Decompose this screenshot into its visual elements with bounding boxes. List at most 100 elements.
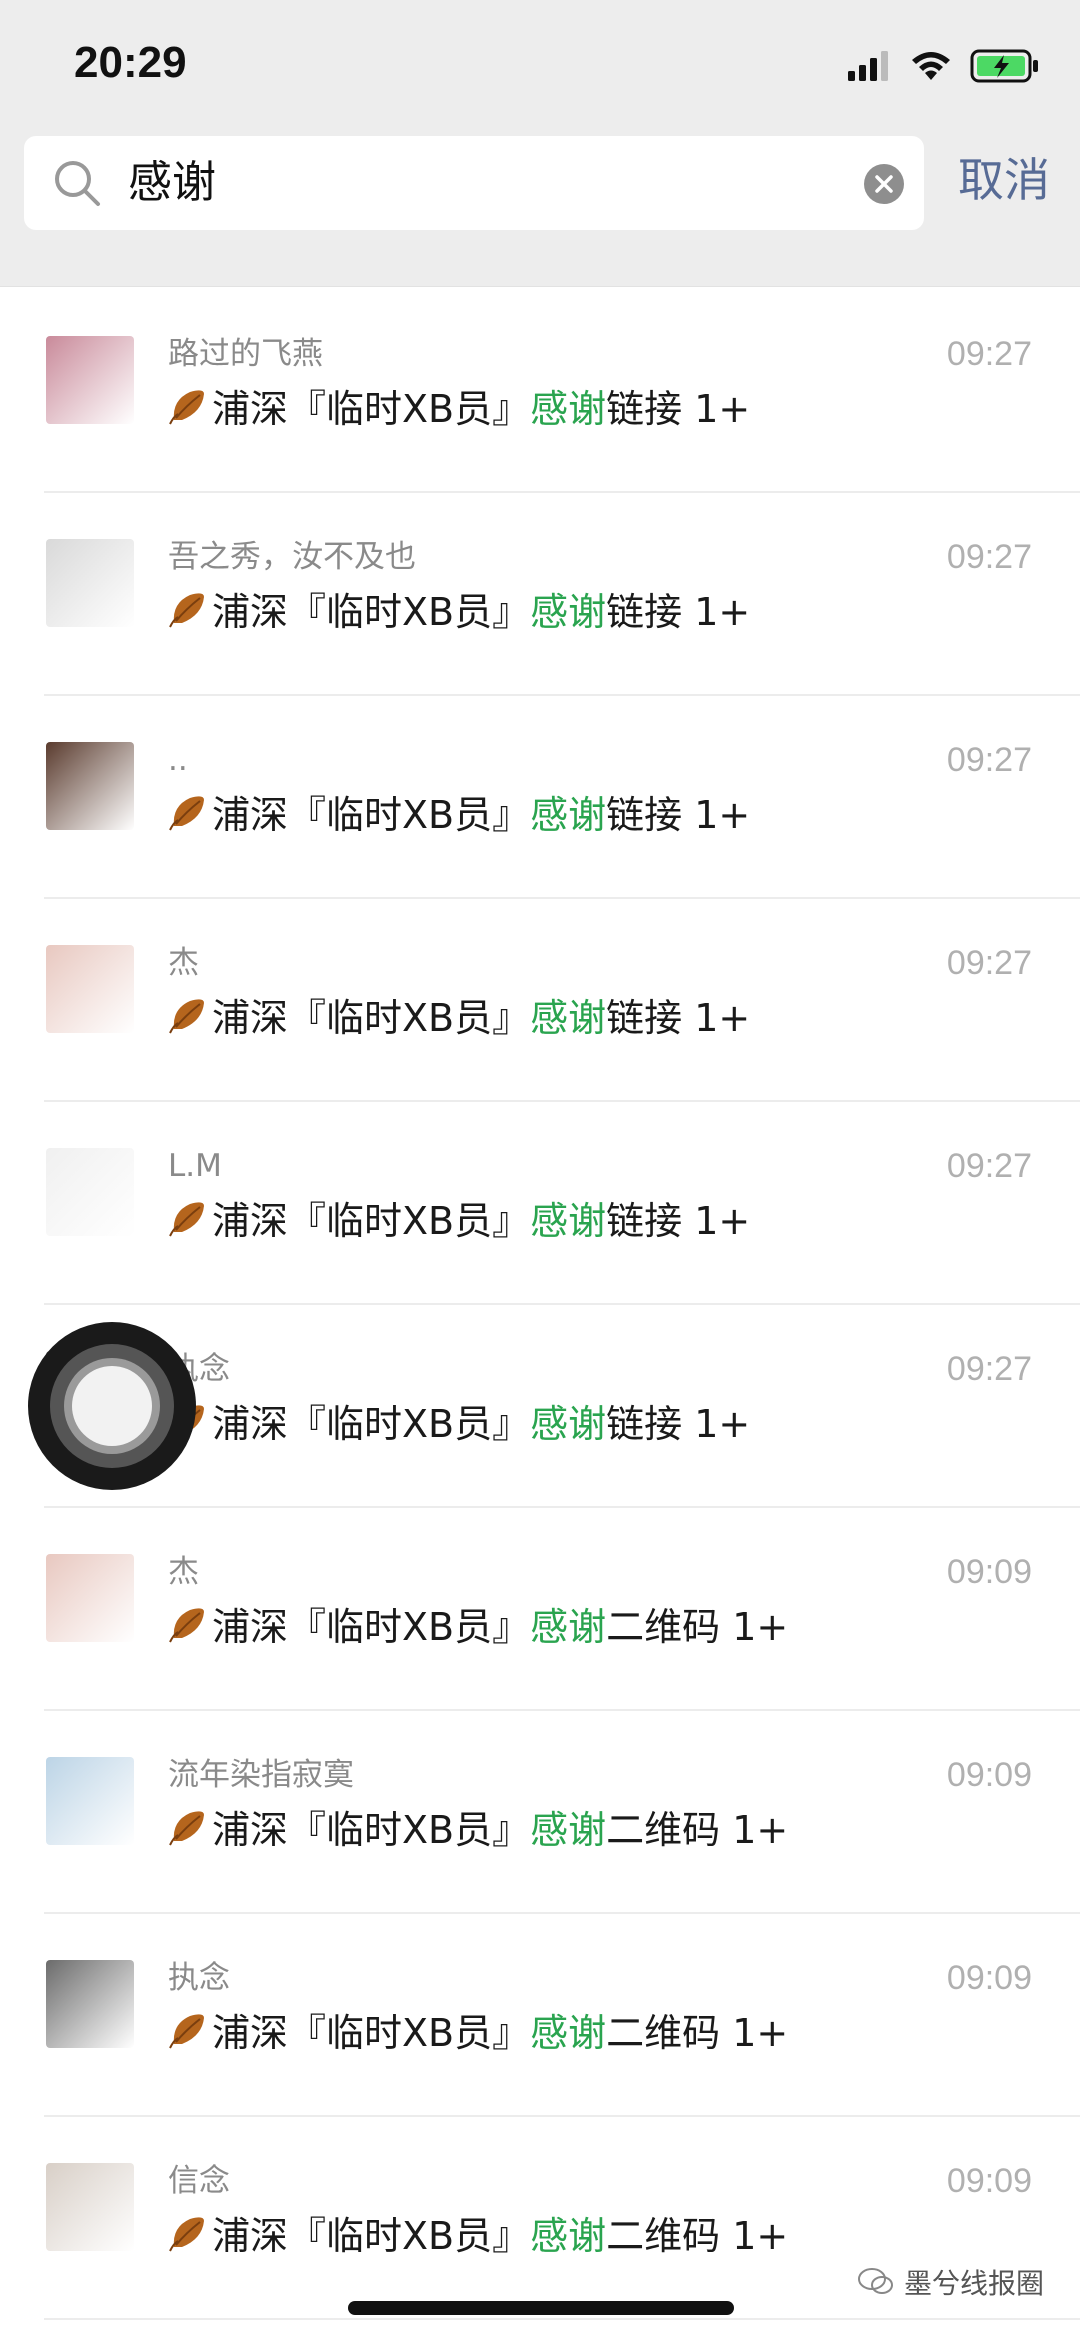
message-time: 09:27 <box>946 335 1032 373</box>
message-suffix: 二维码 1+ <box>606 1808 789 1852</box>
message-preview: 浦深『临时XB员』感谢链接 1+ <box>168 1196 750 1250</box>
contact-name: 吾之秀，汝不及也 <box>168 539 416 575</box>
message-time: 09:09 <box>946 1553 1032 1591</box>
home-indicator <box>348 2301 734 2315</box>
message-preview: 浦深『临时XB员』感谢链接 1+ <box>168 790 750 844</box>
message-preview: 浦深『临时XB员』感谢二维码 1+ <box>168 1805 788 1859</box>
contact-name: 执念 <box>168 1960 230 1996</box>
group-name: 浦深『临时XB员』 <box>212 387 531 431</box>
leaf-icon <box>168 2010 208 2062</box>
keyword-highlight: 感谢 <box>530 590 607 634</box>
message-time: 09:27 <box>946 1350 1032 1388</box>
group-name: 浦深『临时XB员』 <box>212 1402 531 1446</box>
battery-charging-icon <box>970 49 1038 83</box>
signal-icon <box>848 51 888 81</box>
leaf-icon <box>168 1198 208 1250</box>
contact-name: 杰 <box>168 945 199 981</box>
group-name: 浦深『临时XB员』 <box>212 1808 531 1852</box>
search-result-item[interactable]: 杰 09:09 浦深『临时XB员』感谢二维码 1+ <box>0 1508 1080 1711</box>
message-suffix: 链接 1+ <box>606 996 751 1040</box>
message-suffix: 链接 1+ <box>606 793 751 837</box>
leaf-icon <box>168 2213 208 2265</box>
message-preview: 浦深『临时XB员』感谢链接 1+ <box>168 587 750 641</box>
avatar <box>46 1960 134 2048</box>
search-query: 感谢 <box>128 157 216 208</box>
group-name: 浦深『临时XB员』 <box>212 996 531 1040</box>
search-icon <box>55 161 100 206</box>
watermark: 墨兮线报圈 <box>857 2262 1044 2302</box>
avatar <box>46 1148 134 1236</box>
keyword-highlight: 感谢 <box>530 2011 607 2055</box>
leaf-icon <box>168 1807 208 1859</box>
avatar <box>46 1554 134 1642</box>
message-preview: 浦深『临时XB员』感谢二维码 1+ <box>168 2008 788 2062</box>
cancel-button[interactable]: 取消 <box>958 152 1050 208</box>
message-time: 09:09 <box>946 1959 1032 1997</box>
keyword-highlight: 感谢 <box>530 2214 607 2258</box>
contact-name: 杰 <box>168 1554 199 1590</box>
avatar <box>46 539 134 627</box>
leaf-icon <box>168 1604 208 1656</box>
group-name: 浦深『临时XB员』 <box>212 2214 531 2258</box>
message-suffix: 二维码 1+ <box>606 1605 789 1649</box>
group-name: 浦深『临时XB员』 <box>212 1199 531 1243</box>
avatar <box>46 1757 134 1845</box>
search-result-item[interactable]: 执念 09:09 浦深『临时XB员』感谢二维码 1+ <box>0 1914 1080 2117</box>
message-suffix: 二维码 1+ <box>606 2011 789 2055</box>
message-suffix: 链接 1+ <box>606 387 751 431</box>
group-name: 浦深『临时XB员』 <box>212 1605 531 1649</box>
search-result-item[interactable]: L.M 09:27 浦深『临时XB员』感谢链接 1+ <box>0 1102 1080 1305</box>
leaf-icon <box>168 386 208 438</box>
message-time: 09:09 <box>946 1756 1032 1794</box>
contact-name: 路过的飞燕 <box>168 336 323 372</box>
search-input[interactable]: 感谢 <box>24 136 924 230</box>
message-time: 09:27 <box>946 944 1032 982</box>
message-time: 09:27 <box>946 741 1032 779</box>
avatar <box>46 336 134 424</box>
wechat-official-account-icon <box>857 2268 893 2294</box>
group-name: 浦深『临时XB员』 <box>212 2011 531 2055</box>
search-result-item[interactable]: .. 09:27 浦深『临时XB员』感谢链接 1+ <box>0 696 1080 899</box>
keyword-highlight: 感谢 <box>530 793 607 837</box>
keyword-highlight: 感谢 <box>530 1402 607 1446</box>
keyword-highlight: 感谢 <box>530 1808 607 1852</box>
keyword-highlight: 感谢 <box>530 1199 607 1243</box>
avatar <box>46 945 134 1033</box>
wifi-icon <box>912 52 950 80</box>
message-suffix: 链接 1+ <box>606 1402 751 1446</box>
contact-name: 流年染指寂寞 <box>168 1757 354 1793</box>
avatar <box>46 742 134 830</box>
group-name: 浦深『临时XB员』 <box>212 590 531 634</box>
search-result-item[interactable]: 路过的飞燕 09:27 浦深『临时XB员』感谢链接 1+ <box>0 290 1080 493</box>
group-name: 浦深『临时XB员』 <box>212 793 531 837</box>
message-time: 09:09 <box>946 2162 1032 2200</box>
message-preview: 浦深『临时XB员』感谢链接 1+ <box>168 993 750 1047</box>
keyword-highlight: 感谢 <box>530 387 607 431</box>
avatar <box>46 2163 134 2251</box>
leaf-icon <box>168 995 208 1047</box>
message-time: 09:27 <box>946 538 1032 576</box>
search-result-item[interactable]: 流年染指寂寞 09:09 浦深『临时XB员』感谢二维码 1+ <box>0 1711 1080 1914</box>
search-results-list: 路过的飞燕 09:27 浦深『临时XB员』感谢链接 1+ 吾之秀，汝不及也 09:27 浦… <box>0 290 1080 2320</box>
search-result-item[interactable]: 杰 09:27 浦深『临时XB员』感谢链接 1+ <box>0 899 1080 1102</box>
contact-name: .. <box>168 742 188 778</box>
message-preview: 浦深『临时XB员』感谢链接 1+ <box>168 1399 750 1453</box>
search-result-item[interactable]: 吾之秀，汝不及也 09:27 浦深『临时XB员』感谢链接 1+ <box>0 493 1080 696</box>
divider <box>44 2318 1080 2320</box>
contact-name: 信念 <box>168 2163 230 2199</box>
message-suffix: 链接 1+ <box>606 590 751 634</box>
status-time: 20:29 <box>74 38 187 87</box>
message-suffix: 链接 1+ <box>606 1199 751 1243</box>
message-preview: 浦深『临时XB员』感谢二维码 1+ <box>168 1602 788 1656</box>
status-bar: 20:29 <box>0 0 1080 130</box>
clear-icon[interactable] <box>864 164 904 204</box>
contact-name: L.M <box>168 1148 222 1184</box>
assistive-touch-button[interactable] <box>28 1322 196 1490</box>
message-time: 09:27 <box>946 1147 1032 1185</box>
keyword-highlight: 感谢 <box>530 1605 607 1649</box>
leaf-icon <box>168 792 208 844</box>
watermark-text: 墨兮线报圈 <box>903 2267 1044 2300</box>
message-preview: 浦深『临时XB员』感谢二维码 1+ <box>168 2211 788 2265</box>
message-suffix: 二维码 1+ <box>606 2214 789 2258</box>
search-bar: 感谢 取消 <box>0 130 1080 287</box>
